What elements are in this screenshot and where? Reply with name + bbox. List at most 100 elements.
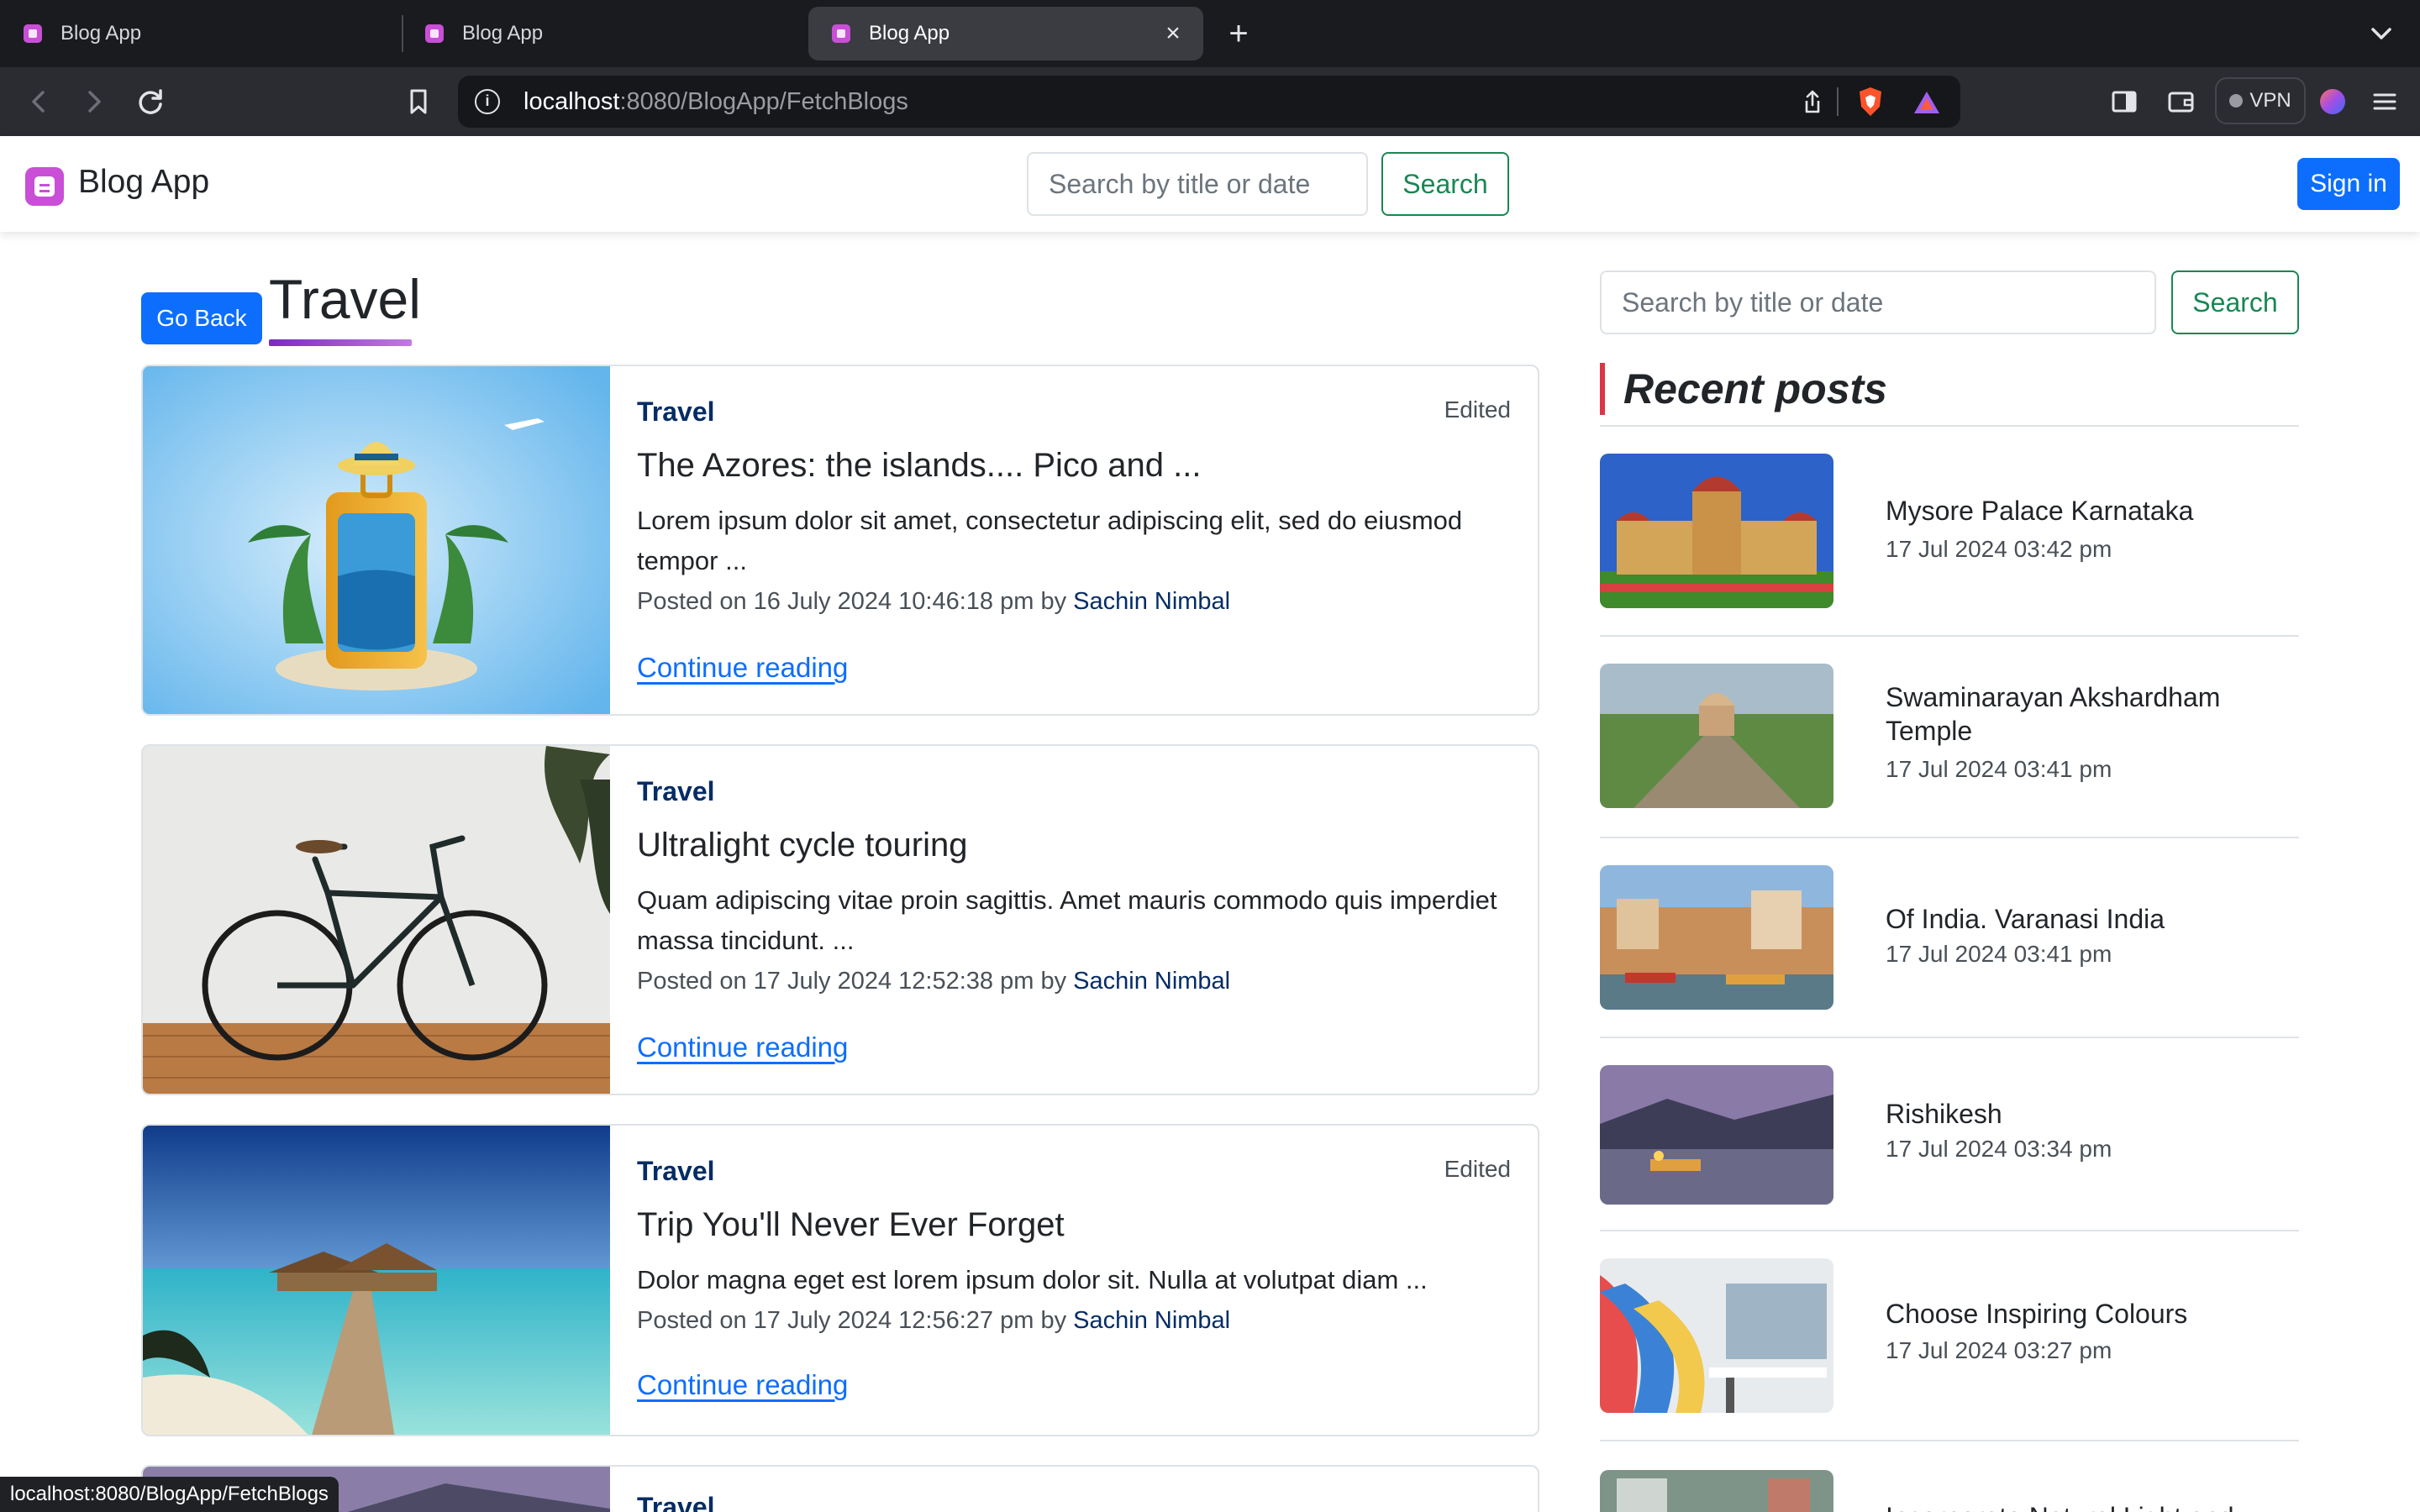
sidebar-toggle-icon[interactable] — [2101, 78, 2148, 125]
divider — [1600, 1230, 2299, 1231]
url-host: localhost — [523, 88, 620, 115]
share-icon[interactable] — [1796, 86, 1829, 119]
post-category[interactable]: Travel — [637, 776, 715, 807]
post-date: Posted on 17 July 2024 12:52:38 pm by — [637, 968, 1067, 995]
profile-avatar-icon[interactable] — [2309, 78, 2356, 125]
post-date: Posted on 17 July 2024 12:56:27 pm by — [637, 1307, 1067, 1334]
recent-thumbnail-temple-image[interactable] — [1600, 664, 1833, 808]
post-meta: Posted on 17 July 2024 12:52:38 pm by Sa… — [637, 968, 1230, 995]
recent-thumbnail-palace-image[interactable] — [1600, 454, 1833, 608]
go-back-button[interactable]: Go Back — [141, 292, 262, 344]
bookmark-icon[interactable] — [395, 78, 442, 125]
site-navbar: Blog App Search Sign in — [0, 136, 2420, 232]
post-card: Travel Edited Trip You'll Never Ever For… — [141, 1124, 1539, 1436]
post-thumbnail-bicycle-image[interactable] — [143, 746, 610, 1094]
post-author[interactable]: Sachin Nimbal — [1073, 588, 1230, 615]
post-card: Travel — [141, 1465, 1539, 1512]
tab-title: Blog App — [60, 22, 142, 45]
recent-thumbnail-room-image[interactable] — [1600, 1470, 1833, 1512]
tab-title: Blog App — [869, 22, 950, 45]
url-text: localhost:8080/BlogApp/FetchBlogs — [523, 76, 908, 128]
blog-favicon-icon — [425, 24, 444, 43]
browser-toolbar: i localhost:8080/BlogApp/FetchBlogs VPN — [0, 67, 2420, 136]
recent-post-date: 17 Jul 2024 03:41 pm — [1886, 756, 2112, 782]
continue-reading-link[interactable]: Continue reading — [637, 1369, 848, 1401]
brave-rewards-icon[interactable] — [1910, 86, 1944, 119]
blog-favicon-icon — [24, 24, 42, 43]
continue-reading-link[interactable]: Continue reading — [637, 1032, 848, 1063]
site-info-icon[interactable]: i — [475, 89, 500, 114]
sidebar-search-input[interactable] — [1600, 270, 2156, 334]
recent-post-title[interactable]: Rishikesh — [1886, 1097, 2289, 1131]
recent-post-date: 17 Jul 2024 03:34 pm — [1886, 1136, 2112, 1162]
blog-logo-icon[interactable] — [25, 167, 64, 206]
close-tab-icon[interactable]: × — [1158, 18, 1188, 49]
post-excerpt: Quam adipiscing vitae proin sagittis. Am… — [637, 885, 1497, 955]
vpn-button[interactable]: VPN — [2215, 77, 2306, 124]
browser-tab[interactable]: Blog App — [0, 7, 400, 60]
back-arrow-icon[interactable] — [15, 78, 62, 125]
post-card: Travel Edited The Azores: the islands...… — [141, 365, 1539, 716]
sidebar-search-button[interactable]: Search — [2171, 270, 2299, 334]
url-path: :8080/BlogApp/FetchBlogs — [619, 88, 908, 115]
recent-post-title[interactable]: Choose Inspiring Colours — [1886, 1297, 2289, 1331]
tab-title: Blog App — [462, 22, 544, 45]
recent-post-date: 17 Jul 2024 03:42 pm — [1886, 536, 2112, 562]
divider — [1600, 1037, 2299, 1038]
post-date: Posted on 16 July 2024 10:46:18 pm by — [637, 588, 1067, 615]
post-category[interactable]: Travel — [637, 396, 715, 428]
divider — [1600, 635, 2299, 637]
post-title: The Azores: the islands.... Pico and ... — [637, 447, 1202, 484]
new-tab-button[interactable]: + — [1220, 12, 1257, 55]
edited-label: Edited — [1444, 1156, 1511, 1182]
forward-arrow-icon[interactable] — [71, 78, 118, 125]
continue-reading-link[interactable]: Continue reading — [637, 652, 848, 684]
post-category[interactable]: Travel — [637, 1156, 715, 1187]
post-author[interactable]: Sachin Nimbal — [1073, 1307, 1230, 1334]
brave-shields-icon[interactable] — [1853, 84, 1888, 119]
recent-post-title[interactable]: Swaminarayan Akshardham Temple — [1886, 680, 2289, 748]
address-bar[interactable]: i localhost:8080/BlogApp/FetchBlogs — [458, 76, 1960, 128]
recent-post-title[interactable]: Incorporate Natural Light and — [1886, 1500, 2289, 1512]
tab-list-chevron-icon[interactable] — [2361, 12, 2402, 55]
post-title: Ultralight cycle touring — [637, 827, 968, 864]
post-excerpt: Lorem ipsum dolor sit amet, consectetur … — [637, 506, 1463, 575]
divider — [1600, 425, 2299, 427]
link-status-bar: localhost:8080/BlogApp/FetchBlogs — [0, 1477, 339, 1512]
blog-favicon-icon — [832, 24, 850, 43]
vpn-label: VPN — [2249, 89, 2291, 112]
recent-thumbnail-varanasi-image[interactable] — [1600, 865, 1833, 1010]
post-thumbnail-beach-image[interactable] — [143, 1126, 610, 1435]
recent-post-date: 17 Jul 2024 03:27 pm — [1886, 1337, 2112, 1363]
recent-thumbnail-rishikesh-image[interactable] — [1600, 1065, 1833, 1205]
browser-tab[interactable]: Blog App — [402, 7, 802, 60]
post-thumbnail-suitcase-image[interactable] — [143, 366, 610, 714]
recent-post-date: 17 Jul 2024 03:41 pm — [1886, 941, 2112, 967]
post-card: Travel Ultralight cycle touring Quam adi… — [141, 744, 1539, 1095]
recent-post-title[interactable]: Mysore Palace Karnataka — [1886, 494, 2289, 528]
navbar-search-input[interactable] — [1027, 152, 1368, 216]
post-title: Trip You'll Never Ever Forget — [637, 1206, 1065, 1243]
hamburger-menu-icon[interactable] — [2361, 78, 2408, 125]
browser-tab-bar: Blog App Blog App Blog App × + — [0, 0, 2420, 67]
post-meta: Posted on 17 July 2024 12:56:27 pm by Sa… — [637, 1307, 1230, 1335]
post-author[interactable]: Sachin Nimbal — [1073, 968, 1230, 995]
wallet-icon[interactable] — [2157, 78, 2204, 125]
divider — [1600, 1440, 2299, 1441]
post-meta: Posted on 16 July 2024 10:46:18 pm by Sa… — [637, 588, 1230, 616]
edited-label: Edited — [1444, 396, 1511, 423]
brand-name[interactable]: Blog App — [78, 164, 209, 201]
browser-tab-active[interactable]: Blog App × — [808, 7, 1203, 60]
navbar-search-button[interactable]: Search — [1381, 152, 1509, 216]
page-title: Travel — [269, 268, 421, 330]
recent-posts-heading: Recent posts — [1600, 363, 1887, 415]
post-category[interactable]: Travel — [637, 1492, 715, 1512]
reload-icon[interactable] — [128, 78, 175, 125]
recent-thumbnail-office-image[interactable] — [1600, 1258, 1833, 1413]
post-excerpt: Dolor magna eget est lorem ipsum dolor s… — [637, 1265, 1428, 1294]
address-bar-divider — [1837, 87, 1839, 116]
title-underline — [269, 339, 412, 346]
recent-post-title[interactable]: Of India. Varanasi India — [1886, 902, 2289, 936]
sign-in-button[interactable]: Sign in — [2297, 158, 2400, 210]
divider — [1600, 837, 2299, 838]
